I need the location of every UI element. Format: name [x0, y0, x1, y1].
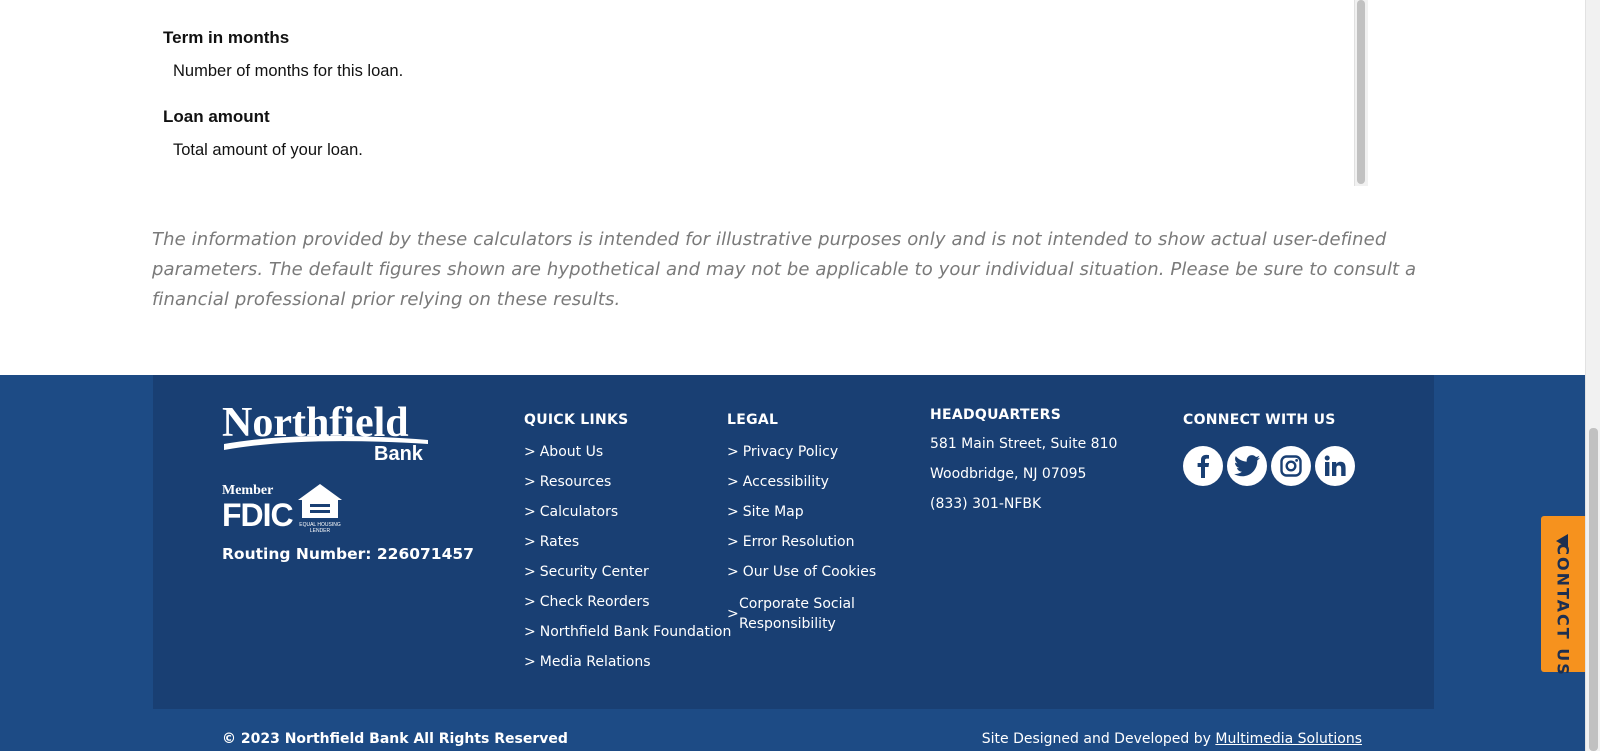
contact-us-tab[interactable]: CONTACT US — [1541, 516, 1585, 677]
svg-text:Member: Member — [222, 483, 273, 498]
definition-term: Loan amount — [163, 107, 270, 126]
footer-link-check-reorders[interactable]: > Check Reorders — [524, 594, 650, 610]
hq-address-line2: Woodbridge, NJ 07095 — [930, 466, 1087, 482]
svg-text:FDIC: FDIC — [222, 497, 294, 533]
routing-number: Routing Number: 226071457 — [222, 545, 474, 563]
site-credit: Site Designed and Developed by Multimedi… — [981, 731, 1362, 747]
page-scrollbar[interactable] — [1585, 0, 1600, 751]
contact-us-label: CONTACT US — [1553, 543, 1573, 677]
footer-link-error-resolution[interactable]: > Error Resolution — [727, 534, 854, 550]
footer-link-media-relations[interactable]: > Media Relations — [524, 654, 651, 670]
footer-link-security-center[interactable]: > Security Center — [524, 564, 649, 580]
panel-scrollbar[interactable] — [1354, 0, 1368, 186]
footer-link-accessibility[interactable]: > Accessibility — [727, 474, 829, 490]
facebook-icon[interactable] — [1183, 446, 1223, 486]
footer-link-rates[interactable]: > Rates — [524, 534, 579, 550]
copyright-text: © 2023 Northfield Bank All Rights Reserv… — [222, 731, 568, 747]
footer-link-privacy-policy[interactable]: > Privacy Policy — [727, 444, 838, 460]
page-scrollbar-thumb[interactable] — [1589, 428, 1598, 751]
footer-link-calculators[interactable]: > Calculators — [524, 504, 618, 520]
hq-phone[interactable]: (833) 301-NFBK — [930, 496, 1041, 512]
footer-link-site-map[interactable]: > Site Map — [727, 504, 804, 520]
headquarters-title: HEADQUARTERS — [930, 407, 1062, 423]
quick-links-title: QUICK LINKS — [524, 412, 629, 428]
svg-text:LENDER: LENDER — [310, 528, 331, 534]
footer-link-about-us[interactable]: > About Us — [524, 444, 603, 460]
footer-link-corporate-social-responsibility[interactable]: > Corporate Social Responsibility — [727, 594, 855, 634]
loan-definitions-panel: Term in months Number of months for this… — [153, 0, 1368, 186]
legal-title: LEGAL — [727, 412, 779, 428]
multimedia-solutions-link[interactable]: Multimedia Solutions — [1215, 731, 1362, 747]
definition-description: Total amount of your loan. — [173, 141, 363, 159]
fdic-ehl-badges: Member FDIC EQUAL HOUSING LENDER — [222, 482, 352, 534]
footer-link-foundation[interactable]: > Northfield Bank Foundation — [524, 624, 731, 640]
connect-title: CONNECT WITH US — [1183, 412, 1336, 428]
calculator-disclaimer: The information provided by these calcul… — [152, 229, 1417, 310]
panel-scrollbar-thumb[interactable] — [1357, 0, 1365, 184]
definition-term: Term in months — [163, 28, 290, 47]
footer-link-resources[interactable]: > Resources — [524, 474, 611, 490]
instagram-icon[interactable] — [1271, 446, 1311, 486]
twitter-icon[interactable] — [1227, 446, 1267, 486]
svg-text:Bank: Bank — [374, 443, 424, 464]
linkedin-icon[interactable] — [1315, 446, 1355, 486]
hq-address-line1: 581 Main Street, Suite 810 — [930, 436, 1118, 452]
equal-housing-icon: EQUAL HOUSING LENDER — [298, 484, 342, 534]
definition-description: Number of months for this loan. — [173, 62, 404, 80]
footer-link-cookies[interactable]: > Our Use of Cookies — [727, 564, 876, 580]
northfield-bank-logo[interactable]: Northfield Bank — [222, 400, 432, 465]
